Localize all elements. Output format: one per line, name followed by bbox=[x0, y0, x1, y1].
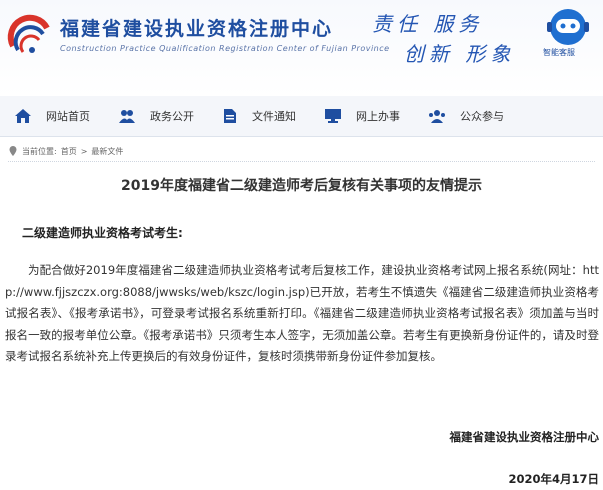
center-logo-icon[interactable] bbox=[5, 12, 55, 62]
site-subtitle: Construction Practice Qualification Regi… bbox=[60, 44, 390, 53]
nav-item-label: 网上办事 bbox=[356, 110, 400, 123]
breadcrumb-current[interactable]: 最新文件 bbox=[91, 146, 123, 157]
assistant-label[interactable]: 智能客服 bbox=[543, 47, 575, 58]
monitor-icon bbox=[325, 109, 341, 123]
breadcrumb-prefix: 当前位置: bbox=[22, 146, 57, 156]
signature-date: 2020年4月17日 bbox=[508, 472, 599, 486]
breadcrumb-home[interactable]: 首页 bbox=[61, 146, 77, 157]
nav-item-label: 政务公开 bbox=[150, 110, 194, 123]
nav-item-label: 文件通知 bbox=[252, 110, 296, 123]
group-icon bbox=[429, 110, 445, 123]
robot-assistant-icon[interactable] bbox=[545, 6, 591, 48]
breadcrumb-separator: > bbox=[80, 146, 88, 156]
article-greeting: 二级建造师执业资格考试考生: bbox=[22, 226, 183, 240]
slogan-line-2: 创新 形象 bbox=[404, 42, 516, 66]
people-icon bbox=[119, 110, 135, 123]
nav-item-online-services[interactable]: 网上办事 bbox=[324, 96, 414, 136]
nav-item-label: 网站首页 bbox=[46, 110, 90, 123]
nav-item-label: 公众参与 bbox=[460, 110, 504, 123]
nav-item-home[interactable]: 网站首页 bbox=[14, 96, 104, 136]
signature-organization: 福建省建设执业资格注册中心 bbox=[449, 430, 600, 444]
breadcrumb: 当前位置: 首页 > 最新文件 bbox=[8, 141, 595, 162]
location-pin-icon bbox=[9, 146, 17, 156]
nav-item-public-participation[interactable]: 公众参与 bbox=[428, 96, 518, 136]
nav-item-notices[interactable]: 文件通知 bbox=[222, 96, 310, 136]
slogan-line-1: 责任 服务 bbox=[372, 12, 484, 36]
site-header: 福建省建设执业资格注册中心 Construction Practice Qual… bbox=[0, 0, 603, 97]
document-icon bbox=[224, 109, 236, 123]
home-icon bbox=[15, 109, 31, 123]
article-title: 2019年度福建省二级建造师考后复核有关事项的友情提示 bbox=[121, 178, 482, 194]
main-nav: 网站首页 政务公开 文件通知 网上办事 公众参与 bbox=[0, 96, 603, 137]
site-title: 福建省建设执业资格注册中心 bbox=[60, 18, 334, 40]
article-body: 为配合做好2019年度福建省二级建造师执业资格考试考后复核工作，建设执业资格考试… bbox=[5, 263, 599, 364]
nav-item-government-affairs[interactable]: 政务公开 bbox=[118, 96, 208, 136]
